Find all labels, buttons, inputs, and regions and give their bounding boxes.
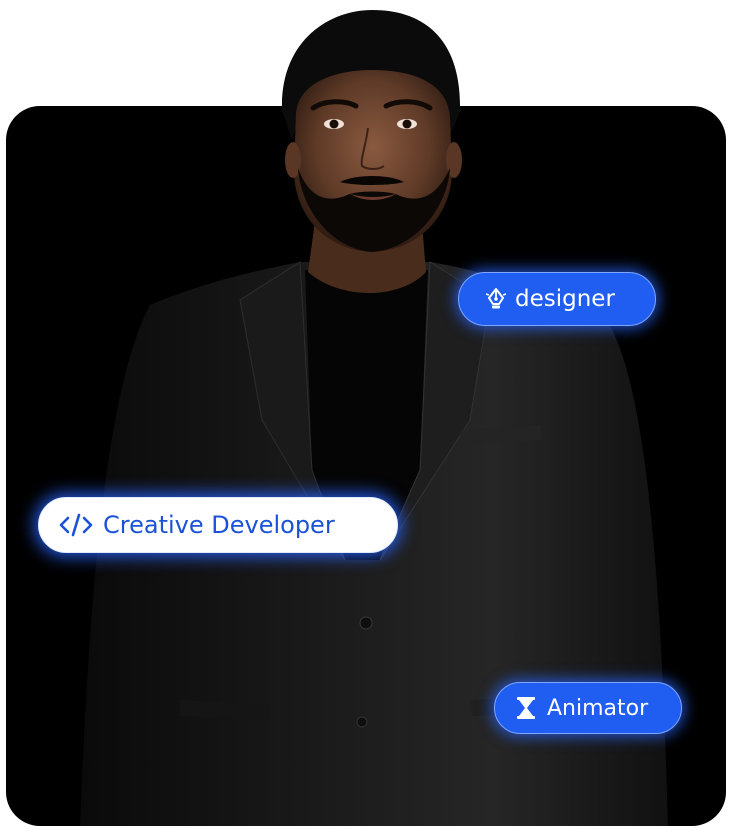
pen-nib-icon xyxy=(483,286,509,312)
animator-chip: Animator xyxy=(494,682,682,734)
designer-chip: designer xyxy=(458,272,656,326)
designer-label: designer xyxy=(515,286,615,312)
animator-label: Animator xyxy=(547,695,649,721)
hourglass-icon xyxy=(515,695,537,721)
code-icon xyxy=(59,512,93,538)
creative-developer-label: Creative Developer xyxy=(103,511,335,539)
creative-developer-chip: Creative Developer xyxy=(38,497,398,553)
